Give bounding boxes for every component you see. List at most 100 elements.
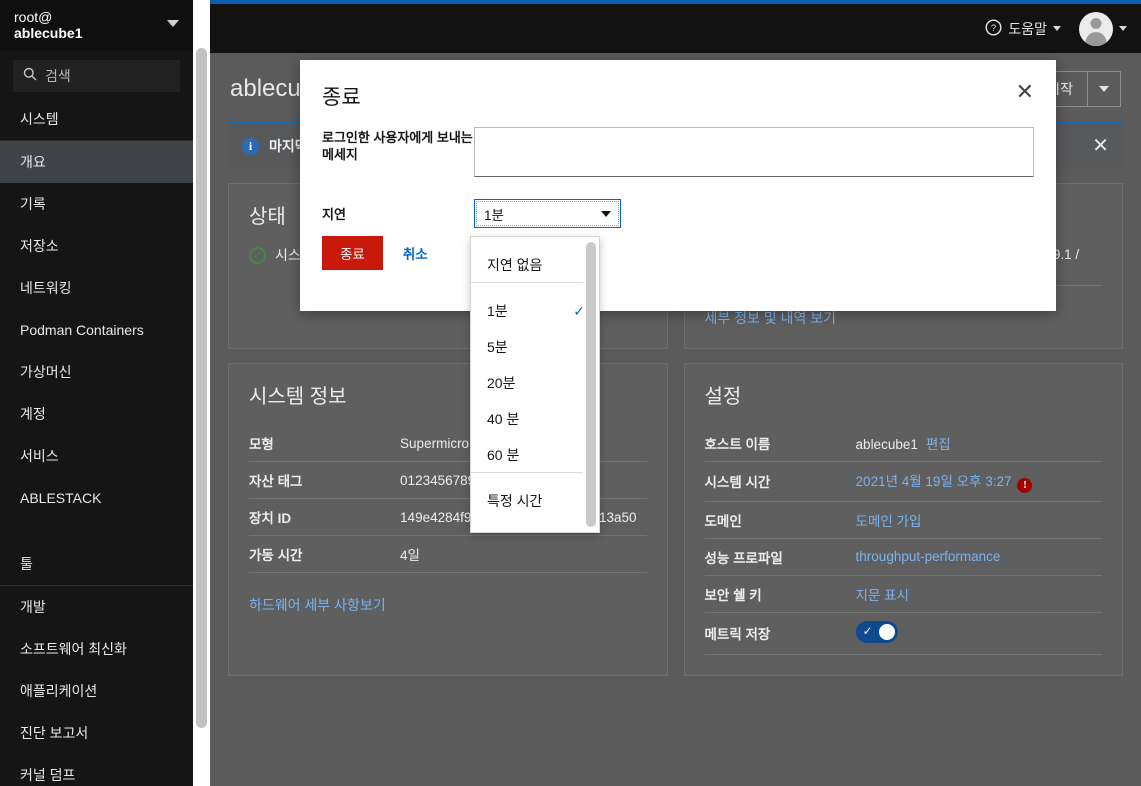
question-circle-icon: ? [985,18,1008,39]
table-row: 가동 시간 4일 [249,535,647,573]
dropdown-option-label: 지연 없음 [487,256,543,273]
sidebar-item-tools[interactable]: 애플리케이션 [0,670,193,712]
sidebar-item-label: 서비스 [20,448,59,464]
row-value: throughput-performance [855,538,1102,576]
restart-dropdown-toggle[interactable] [1087,71,1121,107]
row-key: 호스트 이름 [704,425,856,462]
sidebar-item-system[interactable]: Podman Containers [0,309,193,351]
cards-row-bottom: 시스템 정보 모형Supermicro Super Server자산 태그012… [210,349,1141,676]
row-link[interactable]: 2021년 4월 19일 오후 3:27 [856,474,1012,489]
delay-dropdown-list: 지연 없음 1분 ✓ 5분 20분 40 분 60 분특정 시간 [471,237,599,519]
row-key: 도메인 [704,501,856,539]
dropdown-gap [471,473,599,483]
chevron-down-icon[interactable] [167,20,179,27]
delay-label: 지연 [322,207,346,222]
sidebar-item-tools[interactable]: 진단 보고서 [0,712,193,754]
dropdown-option[interactable]: 60 분 [471,437,599,473]
delay-select[interactable]: 1분 [474,199,621,228]
delay-dropdown-menu: 지연 없음 1분 ✓ 5분 20분 40 분 60 분특정 시간 [470,236,600,533]
sidebar-item-system[interactable]: 기록 [0,183,193,225]
dropdown-option[interactable]: 5분 [471,329,599,365]
row-link[interactable]: 지문 표시 [856,588,909,603]
metrics-toggle[interactable]: ✓ [855,620,898,643]
sidebar-scrollbar-thumb[interactable] [196,48,207,728]
sidebar-item-system[interactable]: ABLESTACK [0,477,193,519]
chevron-down-icon [1119,26,1127,31]
dropdown-top-pad [471,237,599,247]
dropdown-gap [471,283,599,293]
edit-link[interactable]: 편집 [926,437,951,452]
dropdown-option-label: 20분 [487,375,516,391]
sidebar-item-system[interactable]: 개요 [0,141,193,183]
chevron-down-icon [1099,86,1109,92]
row-key: 시스템 시간 [704,461,856,502]
sidebar-item-system[interactable]: 저장소 [0,225,193,267]
dropdown-option-label: 1분 [487,303,508,319]
sidebar-item-label: 개발 [20,599,46,615]
modal-header: 종료 ✕ [300,60,1056,111]
check-icon: ✓ [862,623,873,638]
settings-table: 호스트 이름 ablecube1 편집 시스템 시간 2021년 4월 19일 오후 3… [704,425,1102,655]
sidebar-item-label: 기록 [20,196,46,212]
search-box[interactable] [13,60,180,92]
toggle-knob [878,623,895,640]
row-link[interactable]: 도메인 가입 [856,514,922,529]
dropdown-option[interactable]: 특정 시간 [471,483,599,519]
close-icon[interactable]: ✕ [1092,136,1109,156]
table-row: 성능 프로파일 throughput-performance [704,538,1102,576]
info-circle-icon: i [242,137,259,155]
search-input[interactable] [45,68,170,84]
dropdown-option-label: 5분 [487,339,508,355]
delay-select-value: 1분 [484,207,504,223]
sidebar-user-block[interactable]: root@ ablecube1 [0,0,193,50]
modal-actions: 종료 취소 [300,236,1056,288]
sidebar-search-wrap [0,50,193,100]
settings-card: 설정 호스트 이름 ablecube1 편집 시스템 시간 2021년 4월 19일 오… [683,363,1123,676]
sidebar-item-label: 가상머신 [20,364,72,380]
sidebar-item-system[interactable]: 서비스 [0,435,193,477]
sidebar-nav-tools: 개발소프트웨어 최신화 애플리케이션 진단 보고서 커널 덤프 [0,586,193,786]
table-row: 보안 쉘 키 지문 표시 [704,575,1102,613]
delay-form-row: 지연 1분 [322,199,1034,228]
settings-heading: 설정 [704,386,742,408]
table-row: 메트릭 저장 ✓ [704,612,1102,655]
shutdown-modal: 종료 ✕ 로그인한 사용자에게 보내는 메세지 지연 1분 종료 취소 [300,60,1056,311]
svg-text:?: ? [991,23,996,34]
help-label: 도움말 [1008,20,1047,37]
sidebar-item-system[interactable]: 네트워킹 [0,267,193,309]
dropdown-option[interactable]: 지연 없음 [471,247,599,283]
dropdown-option[interactable]: 40 분 [471,401,599,437]
hardware-details-link[interactable]: 하드웨어 세부 사항보기 [249,595,386,615]
sidebar-item-label: ABLESTACK [20,490,102,506]
topbar: ? 도움말 [210,4,1141,53]
row-link[interactable]: throughput-performance [856,549,1001,564]
confirm-shutdown-button[interactable]: 종료 [322,236,383,270]
user-menu-button[interactable] [1079,11,1127,46]
row-key: 가동 시간 [249,535,401,573]
sidebar-user-line1: root@ [14,9,53,25]
sidebar-item-tools[interactable]: 소프트웨어 최신화 [0,628,193,670]
close-icon[interactable]: ✕ [1016,81,1034,103]
chevron-down-icon [1053,26,1061,31]
dropdown-option-label: 60 분 [487,446,520,463]
dropdown-option-label: 특정 시간 [487,493,543,509]
row-value: 4일 [400,535,647,573]
modal-body: 로그인한 사용자에게 보내는 메세지 지연 1분 [300,111,1056,228]
usage-details-link[interactable]: 세부 정보 및 내역 보기 [705,308,836,328]
cancel-button[interactable]: 취소 [403,243,428,263]
sidebar-item-system[interactable]: 계정 [0,393,193,435]
sidebar-item-system[interactable]: 가상머신 [0,351,193,393]
sidebar-group-tools: 툴 [0,545,193,586]
row-key: 장치 ID [249,498,401,536]
dropdown-scrollbar-thumb[interactable] [586,242,596,527]
message-textarea[interactable] [474,127,1034,177]
dropdown-option[interactable]: 1분 ✓ [471,293,599,329]
dropdown-option[interactable]: 20분 [471,365,599,401]
sidebar-item-tools[interactable]: 커널 덤프 [0,754,193,786]
row-key: 보안 쉘 키 [704,575,856,613]
sidebar-user-text: root@ ablecube1 [14,9,82,41]
sidebar-item-tools[interactable]: 개발 [0,586,193,628]
help-menu-button[interactable]: ? 도움말 [985,18,1061,39]
system-info-card: 시스템 정보 모형Supermicro Super Server자산 태그012… [228,363,668,676]
